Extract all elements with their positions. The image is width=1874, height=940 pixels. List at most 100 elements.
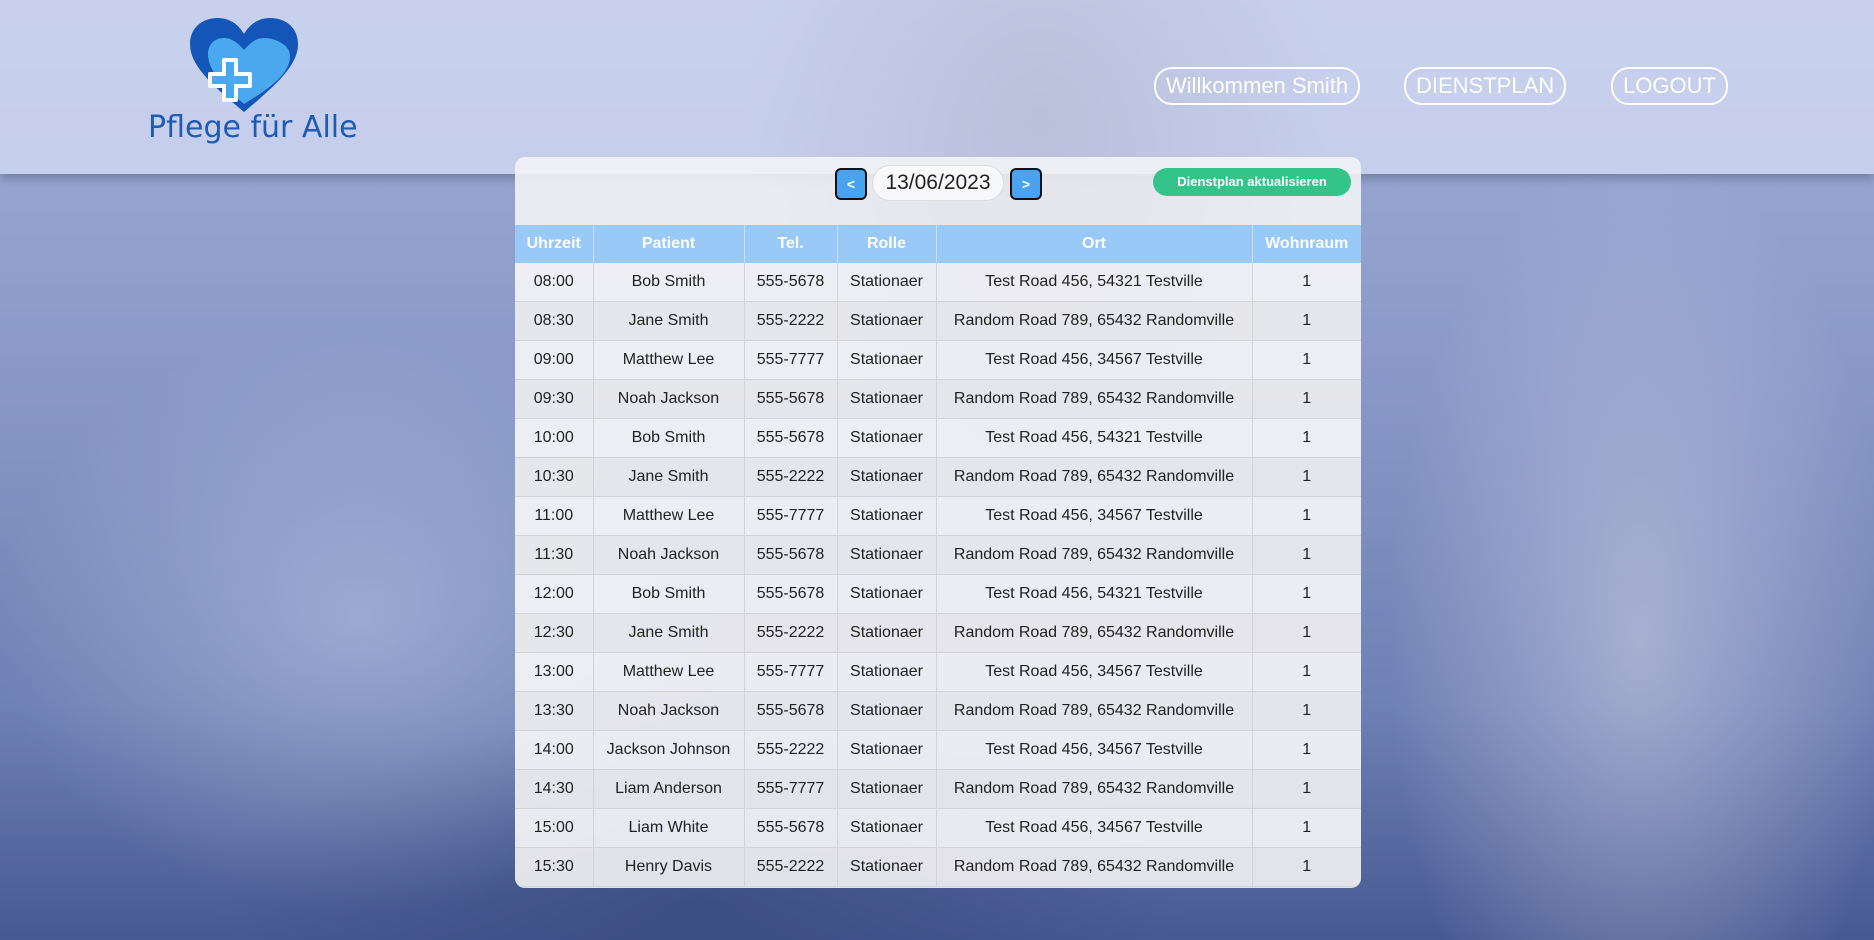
table-row[interactable]: 12:30 Jane Smith 555-2222 Stationaer Random … bbox=[515, 613, 1361, 653]
table-row[interactable]: 08:30 Jane Smith 555-2222 Stationaer Random … bbox=[515, 301, 1361, 341]
cell-time: 15:30 bbox=[515, 847, 594, 887]
logout-button[interactable]: LOGOUT bbox=[1611, 67, 1728, 105]
cell-phone: 555-7777 bbox=[744, 340, 838, 380]
cell-phone: 555-2222 bbox=[744, 457, 838, 497]
cell-time: 09:30 bbox=[515, 379, 594, 419]
cell-room: 1 bbox=[1252, 652, 1361, 692]
table-row[interactable]: 12:00 Bob Smith 555-5678 Stationaer Test Roa… bbox=[515, 574, 1361, 614]
current-date[interactable]: 13/06/2023 bbox=[872, 165, 1004, 201]
cell-location: Test Road 456, 54321 Testville bbox=[936, 263, 1253, 302]
cell-phone: 555-7777 bbox=[744, 769, 838, 809]
column-header-time: Uhrzeit bbox=[515, 225, 594, 263]
nav-dienstplan-wrap: DIENSTPLAN bbox=[1404, 67, 1567, 105]
cell-time: 11:30 bbox=[515, 535, 594, 575]
column-header-patient: Patient bbox=[593, 225, 745, 263]
cell-role: Stationaer bbox=[837, 379, 937, 419]
cell-room: 1 bbox=[1252, 808, 1361, 848]
nav-logout-wrap: LOGOUT bbox=[1611, 67, 1728, 105]
cell-time: 10:30 bbox=[515, 457, 594, 497]
next-day-button[interactable]: > bbox=[1010, 168, 1042, 200]
cell-time: 09:00 bbox=[515, 340, 594, 380]
cell-location: Random Road 789, 65432 Randomville bbox=[936, 535, 1253, 575]
cell-patient: Liam White bbox=[593, 808, 745, 848]
table-row[interactable]: 14:00 Jackson Johnson 555-2222 Stationaer Te… bbox=[515, 730, 1361, 770]
cell-phone: 555-5678 bbox=[744, 535, 838, 575]
schedule-panel: < 13/06/2023 > Dienstplan aktualisieren … bbox=[515, 157, 1361, 888]
table-row[interactable]: 11:30 Noah Jackson 555-5678 Stationaer Rando… bbox=[515, 535, 1361, 575]
table-row[interactable]: 13:00 Matthew Lee 555-7777 Stationaer Test R… bbox=[515, 652, 1361, 692]
cell-patient: Noah Jackson bbox=[593, 535, 745, 575]
cell-room: 1 bbox=[1252, 691, 1361, 731]
cell-location: Random Road 789, 65432 Randomville bbox=[936, 301, 1253, 341]
cell-role: Stationaer bbox=[837, 340, 937, 380]
table-header-row: Uhrzeit Patient Tel. Rolle Ort Wohnraum bbox=[515, 225, 1361, 263]
table-row[interactable]: 11:00 Matthew Lee 555-7777 Stationaer Test R… bbox=[515, 496, 1361, 536]
cell-time: 14:00 bbox=[515, 730, 594, 770]
cell-patient: Jackson Johnson bbox=[593, 730, 745, 770]
cell-location: Test Road 456, 34567 Testville bbox=[936, 652, 1253, 692]
cell-room: 1 bbox=[1252, 301, 1361, 341]
cell-time: 12:00 bbox=[515, 574, 594, 614]
cell-phone: 555-2222 bbox=[744, 613, 838, 653]
heart-cross-icon bbox=[190, 18, 298, 112]
table-row[interactable]: 14:30 Liam Anderson 555-7777 Stationaer Rand… bbox=[515, 769, 1361, 809]
cell-phone: 555-5678 bbox=[744, 263, 838, 302]
cell-role: Stationaer bbox=[837, 691, 937, 731]
column-header-location: Ort bbox=[936, 225, 1253, 263]
prev-day-button[interactable]: < bbox=[835, 168, 867, 200]
cell-role: Stationaer bbox=[837, 574, 937, 614]
cell-location: Random Road 789, 65432 Randomville bbox=[936, 379, 1253, 419]
cell-location: Test Road 456, 34567 Testville bbox=[936, 340, 1253, 380]
cell-patient: Bob Smith bbox=[593, 574, 745, 614]
cell-phone: 555-5678 bbox=[744, 808, 838, 848]
cell-location: Test Road 456, 54321 Testville bbox=[936, 574, 1253, 614]
table-row[interactable]: 09:30 Noah Jackson 555-5678 Stationaer Rando… bbox=[515, 379, 1361, 419]
table-row[interactable]: 09:00 Matthew Lee 555-7777 Stationaer Test R… bbox=[515, 340, 1361, 380]
cell-room: 1 bbox=[1252, 379, 1361, 419]
column-header-room: Wohnraum bbox=[1252, 225, 1361, 263]
cell-role: Stationaer bbox=[837, 769, 937, 809]
logo[interactable]: Pflege für Alle bbox=[148, 16, 358, 150]
table-row[interactable]: 15:00 Liam White 555-5678 Stationaer Test Ro… bbox=[515, 808, 1361, 848]
cell-room: 1 bbox=[1252, 418, 1361, 458]
cell-room: 1 bbox=[1252, 535, 1361, 575]
table-row[interactable]: 10:00 Bob Smith 555-5678 Stationaer Test Roa… bbox=[515, 418, 1361, 458]
cell-location: Random Road 789, 65432 Randomville bbox=[936, 457, 1253, 497]
cell-role: Stationaer bbox=[837, 418, 937, 458]
cell-time: 14:30 bbox=[515, 769, 594, 809]
cell-phone: 555-5678 bbox=[744, 574, 838, 614]
dienstplan-button[interactable]: DIENSTPLAN bbox=[1404, 67, 1567, 105]
table-header: Uhrzeit Patient Tel. Rolle Ort Wohnraum bbox=[515, 225, 1361, 263]
cell-room: 1 bbox=[1252, 730, 1361, 770]
column-header-phone: Tel. bbox=[744, 225, 838, 263]
site-header: Pflege für Alle Willkommen Smith DIENSTP… bbox=[0, 0, 1874, 174]
table-body: 08:00 Bob Smith 555-5678 Stationaer Test Roa… bbox=[515, 263, 1361, 887]
update-schedule-button[interactable]: Dienstplan aktualisieren bbox=[1153, 168, 1351, 196]
cell-phone: 555-5678 bbox=[744, 418, 838, 458]
cell-patient: Matthew Lee bbox=[593, 652, 745, 692]
cell-patient: Noah Jackson bbox=[593, 691, 745, 731]
welcome-button[interactable]: Willkommen Smith bbox=[1154, 67, 1361, 105]
cell-role: Stationaer bbox=[837, 535, 937, 575]
cell-time: 08:00 bbox=[515, 263, 594, 302]
cell-room: 1 bbox=[1252, 457, 1361, 497]
cell-patient: Bob Smith bbox=[593, 263, 745, 302]
table-row[interactable]: 13:30 Noah Jackson 555-5678 Stationaer Rando… bbox=[515, 691, 1361, 731]
cell-phone: 555-5678 bbox=[744, 691, 838, 731]
column-header-role: Rolle bbox=[837, 225, 937, 263]
table-row[interactable]: 15:30 Henry Davis 555-2222 Stationaer Random… bbox=[515, 847, 1361, 887]
table-row[interactable]: 08:00 Bob Smith 555-5678 Stationaer Test Roa… bbox=[515, 263, 1361, 302]
cell-role: Stationaer bbox=[837, 730, 937, 770]
cell-phone: 555-2222 bbox=[744, 730, 838, 770]
cell-role: Stationaer bbox=[837, 457, 937, 497]
cell-room: 1 bbox=[1252, 613, 1361, 653]
table-row[interactable]: 10:30 Jane Smith 555-2222 Stationaer Random … bbox=[515, 457, 1361, 497]
cell-patient: Jane Smith bbox=[593, 457, 745, 497]
cell-phone: 555-7777 bbox=[744, 496, 838, 536]
cell-location: Random Road 789, 65432 Randomville bbox=[936, 847, 1253, 887]
logo-text: Pflege für Alle bbox=[148, 110, 358, 145]
date-navigation: < 13/06/2023 > Dienstplan aktualisieren bbox=[515, 157, 1361, 225]
cell-room: 1 bbox=[1252, 847, 1361, 887]
cell-phone: 555-2222 bbox=[744, 847, 838, 887]
schedule-table: Uhrzeit Patient Tel. Rolle Ort Wohnraum 08:00… bbox=[515, 225, 1361, 887]
